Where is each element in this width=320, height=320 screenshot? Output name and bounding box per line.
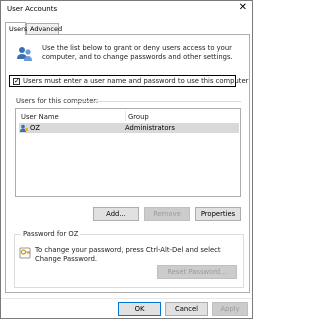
- window-title: User Accounts: [7, 5, 58, 13]
- tab-users[interactable]: Users: [5, 22, 27, 35]
- require-login-checkbox[interactable]: ✓: [13, 78, 20, 85]
- key-icon: [19, 247, 31, 259]
- column-separator[interactable]: [125, 111, 126, 121]
- users-tab-panel: Use the list below to grant or deny user…: [5, 34, 250, 293]
- intro-text: Use the list below to grant or deny user…: [42, 44, 233, 61]
- reset-password-button[interactable]: Reset Password...: [157, 265, 237, 279]
- title-bar: User Accounts ✕: [1, 1, 252, 16]
- add-user-button[interactable]: Add...: [93, 207, 139, 221]
- footer-divider: [1, 298, 252, 299]
- users-icon: [17, 47, 32, 61]
- tab-advanced[interactable]: Advanced: [26, 23, 62, 34]
- users-list[interactable]: User Name Group OZ Administrators: [15, 108, 241, 197]
- user-icon: [20, 124, 28, 132]
- password-instructions: To change your password, press Ctrl-Alt-…: [35, 246, 221, 263]
- require-login-option[interactable]: ✓ Users must enter a user name and passw…: [9, 75, 248, 87]
- password-group-label: Password for OZ: [21, 230, 81, 238]
- table-row[interactable]: OZ Administrators: [19, 123, 239, 133]
- column-header-group[interactable]: Group: [128, 113, 149, 121]
- close-icon[interactable]: ✕: [239, 3, 247, 13]
- apply-button[interactable]: Apply: [212, 302, 248, 316]
- ok-button[interactable]: OK: [118, 302, 161, 316]
- require-login-label: Users must enter a user name and passwor…: [23, 77, 249, 85]
- column-header-user-name[interactable]: User Name: [21, 113, 59, 121]
- section-divider: [76, 101, 241, 102]
- remove-user-button[interactable]: Remove: [144, 207, 190, 221]
- password-group: Password for OZ To change your password,…: [14, 230, 244, 288]
- user-name-cell: OZ: [30, 124, 41, 132]
- user-group-cell: Administrators: [125, 124, 175, 132]
- properties-button[interactable]: Properties: [195, 207, 241, 221]
- user-accounts-dialog: User Accounts ✕ Users Advanced Use the l…: [0, 0, 253, 319]
- cancel-button[interactable]: Cancel: [165, 302, 208, 316]
